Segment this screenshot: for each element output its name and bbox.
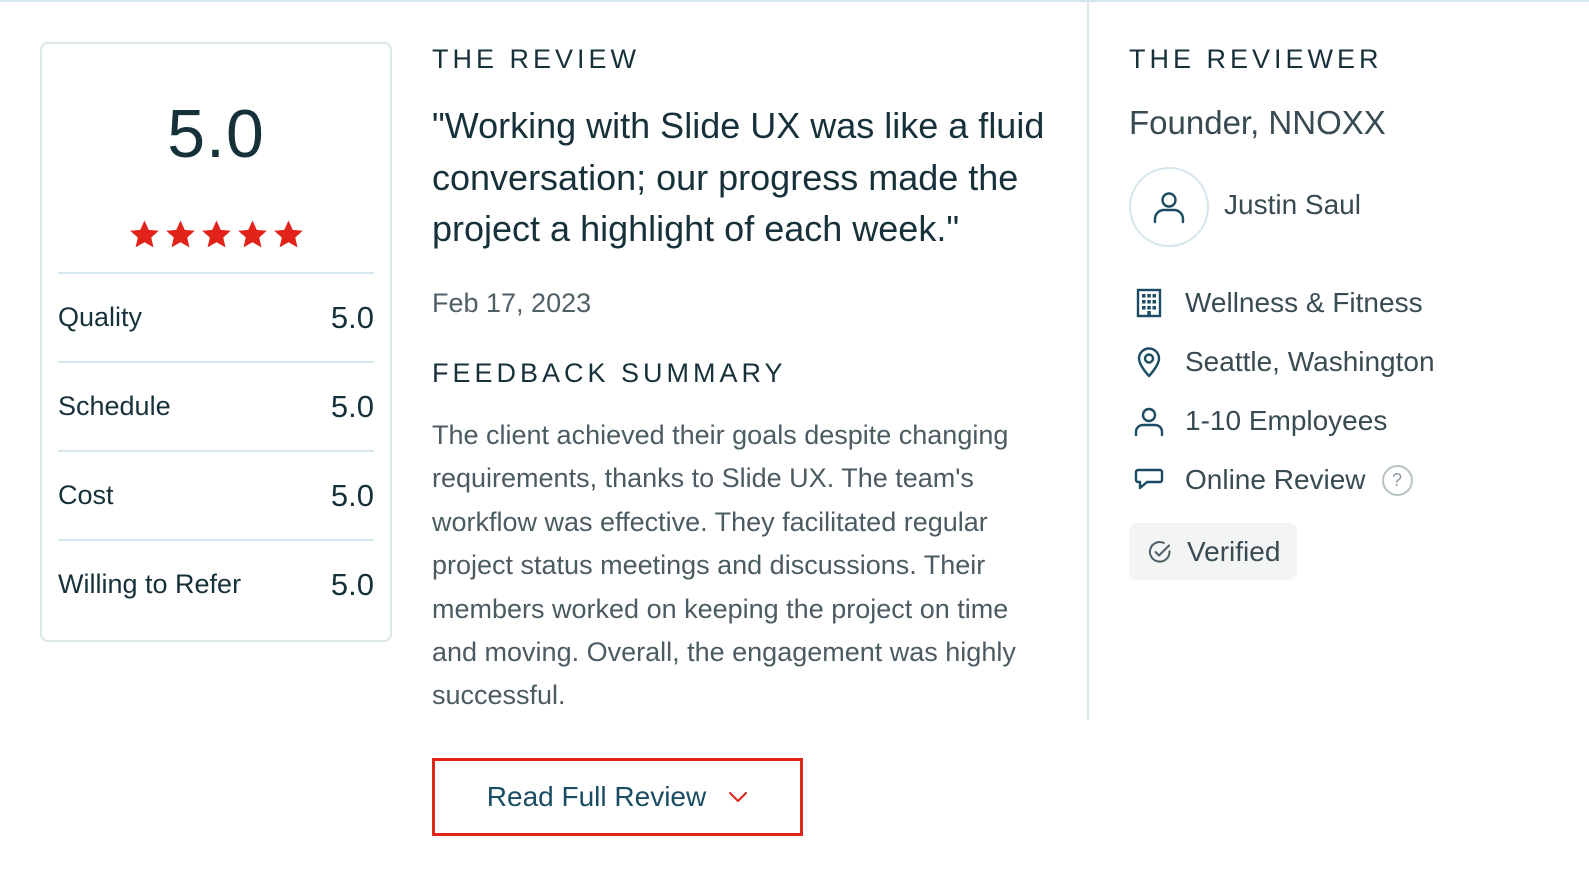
star-icon [129,220,159,248]
reviewer-heading: THE REVIEWER [1129,44,1383,74]
top-divider [0,0,1589,2]
star-rating [42,218,390,251]
score-label: Schedule [58,391,171,421]
score-row-cost: Cost 5.0 [58,450,374,539]
score-label: Quality [58,302,143,332]
review-date: Feb 17, 2023 [432,288,592,318]
score-value: 5.0 [330,388,374,424]
score-value: 5.0 [330,477,374,513]
map-pin-icon [1129,342,1169,382]
score-label: Cost [58,480,114,510]
feedback-summary-heading: FEEDBACK SUMMARY [432,358,787,388]
read-full-review-button[interactable]: Read Full Review [432,758,803,836]
feedback-summary-text: The client achieved their goals despite … [432,420,1016,711]
star-icon [237,220,267,248]
company-size-text: 1-10 Employees [1185,405,1388,436]
star-icon [165,220,195,248]
star-icon [201,220,231,248]
reviewer-review-type: Online Review ? [1129,460,1413,500]
reviewer-company-size: 1-10 Employees [1129,401,1387,441]
chevron-down-icon [729,792,748,802]
user-icon [1129,401,1169,441]
reviewer-title: Founder, NNOXX [1129,104,1386,141]
column-divider [1087,0,1089,720]
verified-badge: Verified [1129,523,1297,580]
reviewer-name: Justin Saul [1224,189,1361,220]
help-icon[interactable]: ? [1381,464,1413,496]
rating-card: 5.0 Quality 5.0 Schedule 5.0 Cost 5.0 Wi… [40,42,392,642]
user-icon [1153,192,1185,224]
location-text: Seattle, Washington [1185,346,1435,377]
speech-bubble-icon [1129,460,1169,500]
avatar [1129,167,1209,247]
verified-label: Verified [1187,535,1281,567]
score-label: Willing to Refer [58,569,242,599]
score-value: 5.0 [330,299,374,335]
overall-score: 5.0 [167,96,265,172]
score-row-willing-to-refer: Willing to Refer 5.0 [58,539,374,628]
read-full-review-label: Read Full Review [486,781,707,812]
industry-text: Wellness & Fitness [1185,287,1423,318]
review-card: 5.0 Quality 5.0 Schedule 5.0 Cost 5.0 Wi… [0,0,1589,886]
reviewer-location: Seattle, Washington [1129,342,1435,382]
reviewer-industry: Wellness & Fitness [1129,283,1423,323]
building-icon [1129,283,1169,323]
score-row-schedule: Schedule 5.0 [58,361,374,450]
star-icon [273,220,303,248]
review-quote: "Working with Slide UX was like a fluid … [432,105,1045,249]
review-heading: THE REVIEW [432,44,641,74]
score-row-quality: Quality 5.0 [58,272,374,361]
review-type-text: Online Review [1185,464,1366,495]
check-circle-icon [1148,540,1171,563]
score-value: 5.0 [330,566,374,602]
